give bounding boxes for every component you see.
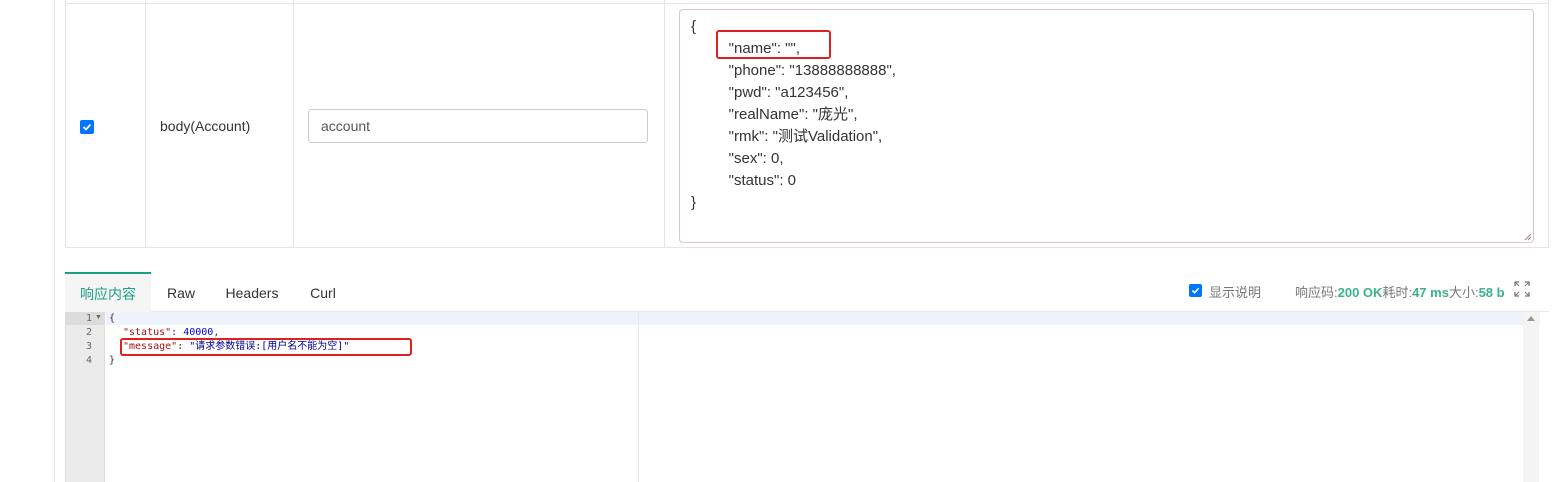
- param-value-input[interactable]: [308, 109, 648, 143]
- tab-raw[interactable]: Raw: [151, 272, 211, 313]
- json-line: "sex": 0,: [712, 150, 784, 167]
- resize-handle-icon[interactable]: [1523, 232, 1532, 241]
- line-number: 1: [85, 313, 92, 324]
- column-divider: [664, 0, 665, 247]
- param-name: body(Account): [160, 118, 251, 134]
- line-number: 2: [85, 327, 92, 338]
- response-meta: 响应码:200 OK耗时:47 ms大小:58 b: [1295, 282, 1505, 301]
- show-description-checkbox[interactable]: [1189, 284, 1202, 297]
- response-code-value: 200 OK: [1337, 285, 1383, 300]
- response-time-value: 47 ms: [1412, 285, 1449, 300]
- show-description-label: 显示说明: [1209, 285, 1262, 300]
- json-line: {: [691, 18, 697, 35]
- response-size-label: 大小:: [1448, 285, 1479, 300]
- annotation-highlight-box: [716, 30, 831, 59]
- annotation-highlight-box: [120, 338, 412, 356]
- json-line: "realName": "庞光",: [712, 106, 858, 123]
- checkmark-icon: [82, 123, 92, 131]
- tab-curl[interactable]: Curl: [293, 272, 353, 313]
- status-value: 40000: [183, 327, 214, 338]
- active-line-highlight: [106, 312, 1540, 325]
- line-number: 4: [85, 355, 92, 366]
- tab-headers[interactable]: Headers: [211, 272, 293, 313]
- json-line: "status": 0: [712, 172, 797, 189]
- table-header-border: [66, 0, 1548, 4]
- code-line: {: [109, 313, 116, 324]
- print-margin: [638, 312, 639, 482]
- checkmark-icon: [1191, 287, 1200, 294]
- editor-scrollbar[interactable]: [1523, 312, 1539, 482]
- json-line: "pwd": "a123456",: [712, 84, 849, 101]
- json-line: }: [691, 194, 697, 211]
- json-line: "rmk": "测试Validation",: [712, 128, 883, 145]
- response-time-label: 耗时:: [1382, 285, 1413, 300]
- code-line: }: [109, 355, 116, 366]
- status-key: "status": [123, 327, 172, 338]
- line-number: 3: [85, 341, 92, 352]
- response-size-value: 58 b: [1478, 285, 1505, 300]
- fullscreen-icon[interactable]: [1514, 281, 1530, 297]
- scroll-up-icon[interactable]: [1527, 316, 1535, 321]
- column-divider: [293, 0, 294, 247]
- fold-toggle-icon[interactable]: ▼: [95, 314, 102, 321]
- json-line: "phone": "13888888888",: [712, 62, 896, 79]
- tab-response-content[interactable]: 响应内容: [65, 272, 151, 313]
- response-code-label: 响应码:: [1295, 285, 1338, 300]
- column-divider: [145, 0, 146, 247]
- param-enabled-checkbox[interactable]: [80, 120, 94, 134]
